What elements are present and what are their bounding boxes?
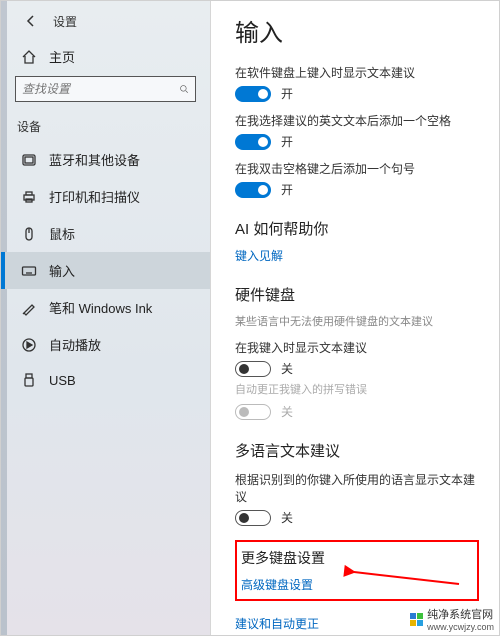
search-field[interactable] bbox=[22, 82, 179, 96]
toggle-hw-autocorrect bbox=[235, 404, 271, 420]
link-typing-insights[interactable]: 键入见解 bbox=[235, 247, 479, 264]
app-title: 设置 bbox=[53, 13, 77, 30]
arrow-left-icon bbox=[23, 13, 39, 29]
sidebar-item-usb[interactable]: USB bbox=[1, 363, 210, 397]
nav-label: USB bbox=[49, 373, 76, 388]
usb-icon bbox=[21, 372, 37, 388]
setting-label: 自动更正我键入的拼写错误 bbox=[235, 381, 479, 397]
sidebar-item-pen[interactable]: 笔和 Windows Ink bbox=[1, 289, 210, 326]
setting-label: 在我双击空格键之后添加一个句号 bbox=[235, 160, 479, 177]
toggle-softkbd-suggestions[interactable] bbox=[235, 86, 271, 102]
toggle-multilang[interactable] bbox=[235, 510, 271, 526]
setting-label: 根据识别到的你键入所使用的语言显示文本建议 bbox=[235, 471, 479, 505]
toggle-hw-suggestions[interactable] bbox=[235, 361, 271, 377]
annotation-arrow bbox=[349, 568, 459, 593]
sidebar-item-mouse[interactable]: 鼠标 bbox=[1, 215, 210, 252]
nav-label: 输入 bbox=[49, 261, 75, 280]
sidebar-item-autoplay[interactable]: 自动播放 bbox=[1, 326, 210, 363]
toggle-state: 关 bbox=[281, 509, 293, 526]
nav-label: 笔和 Windows Ink bbox=[49, 298, 152, 317]
sidebar-item-home[interactable]: 主页 bbox=[1, 37, 210, 76]
section-heading-more: 更多键盘设置 bbox=[241, 548, 473, 568]
hw-subtext: 某些语言中无法使用硬件键盘的文本建议 bbox=[235, 313, 479, 329]
autoplay-icon bbox=[21, 337, 37, 353]
section-heading-multi: 多语言文本建议 bbox=[235, 440, 479, 461]
watermark-logo-icon bbox=[410, 613, 423, 626]
toggle-state: 开 bbox=[281, 133, 293, 150]
watermark: 纯净系统官网 www.ycwjzy.com bbox=[410, 606, 494, 632]
printer-icon bbox=[21, 189, 37, 205]
nav-label: 蓝牙和其他设备 bbox=[49, 150, 140, 169]
pen-icon bbox=[21, 300, 37, 316]
setting-label: 在我选择建议的英文文本后添加一个空格 bbox=[235, 112, 479, 129]
highlight-box: 更多键盘设置 高级键盘设置 bbox=[235, 540, 479, 601]
toggle-state: 开 bbox=[281, 181, 293, 198]
search-icon bbox=[179, 81, 189, 97]
toggle-state: 开 bbox=[281, 85, 293, 102]
back-button[interactable] bbox=[21, 11, 41, 31]
sidebar-item-typing[interactable]: 输入 bbox=[1, 252, 210, 289]
sidebar-item-printers[interactable]: 打印机和扫描仪 bbox=[1, 178, 210, 215]
watermark-brand: 纯净系统官网 bbox=[427, 606, 494, 622]
sidebar-item-bluetooth[interactable]: 蓝牙和其他设备 bbox=[1, 141, 210, 178]
section-label: 设备 bbox=[1, 112, 210, 141]
setting-label: 在我键入时显示文本建议 bbox=[235, 339, 479, 356]
keyboard-icon bbox=[21, 263, 37, 279]
nav-label: 自动播放 bbox=[49, 335, 101, 354]
section-heading-ai: AI 如何帮助你 bbox=[235, 218, 479, 239]
toggle-add-period[interactable] bbox=[235, 182, 271, 198]
nav-label: 打印机和扫描仪 bbox=[49, 187, 140, 206]
sidebar: 设置 主页 设备 蓝牙和其他设备 打印机和扫描仪 鼠标 输入 bbox=[1, 1, 211, 635]
page-title: 输入 bbox=[235, 13, 479, 48]
home-icon bbox=[21, 49, 37, 65]
main-content: 输入 在软件键盘上键入时显示文本建议 开 在我选择建议的英文文本后添加一个空格 … bbox=[211, 1, 499, 635]
home-label: 主页 bbox=[49, 47, 75, 66]
toggle-state: 关 bbox=[281, 360, 293, 377]
setting-label: 在软件键盘上键入时显示文本建议 bbox=[235, 64, 479, 81]
toggle-state: 关 bbox=[281, 403, 293, 420]
mouse-icon bbox=[21, 226, 37, 242]
watermark-url: www.ycwjzy.com bbox=[427, 622, 494, 632]
section-heading-hw: 硬件键盘 bbox=[235, 284, 479, 305]
toggle-add-space[interactable] bbox=[235, 134, 271, 150]
bluetooth-icon bbox=[21, 152, 37, 168]
nav-label: 鼠标 bbox=[49, 224, 75, 243]
arrow-icon bbox=[349, 568, 459, 588]
search-input[interactable] bbox=[15, 76, 196, 102]
